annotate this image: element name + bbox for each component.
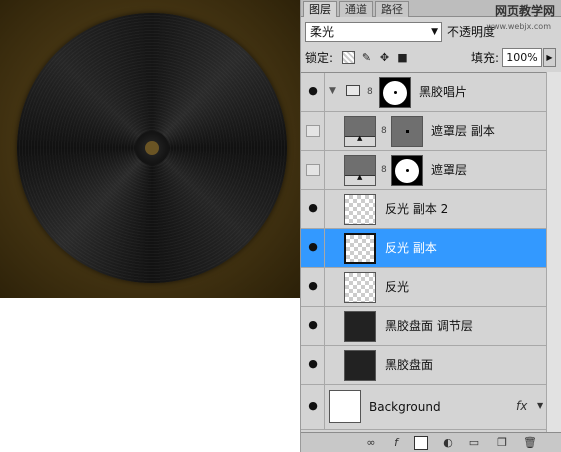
eye-icon[interactable]: ● — [306, 202, 320, 213]
layer-row-mask-copy[interactable]: ▲ 8 遮罩层 副本 — [301, 112, 546, 151]
layer-row-reflection[interactable]: ● 反光 — [301, 268, 546, 307]
layers-list: ● ▼ 8 黑胶唱片 ▲ 8 遮罩层 副本 ▲ 8 遮罩层 ● 反光 副本 2 … — [301, 72, 561, 432]
layer-thumbnail[interactable] — [329, 390, 361, 423]
eye-empty-icon[interactable] — [306, 125, 320, 137]
visibility-cell[interactable]: ● — [301, 73, 325, 111]
layer-name: 遮罩层 — [431, 163, 468, 177]
tab-paths[interactable]: 路径 — [375, 1, 409, 17]
link-layers-icon[interactable]: ∞ — [364, 436, 378, 450]
vinyl-record-artwork — [17, 13, 287, 283]
visibility-cell[interactable]: ● — [301, 307, 325, 345]
tab-channels[interactable]: 通道 — [339, 1, 373, 17]
fill-arrow-icon[interactable]: ▶ — [543, 48, 556, 67]
chevron-down-icon[interactable]: ▼ — [537, 401, 543, 410]
layer-row-background[interactable]: ● Background fx ▼ — [301, 385, 546, 430]
layer-mask-thumbnail[interactable] — [391, 155, 423, 186]
lock-row: 锁定: ✎ ✥ ■ 填充: 100% ▶ — [305, 48, 561, 68]
add-layer-style-icon[interactable]: f — [389, 436, 403, 450]
link-icon: 8 — [381, 165, 387, 175]
layer-name: Background — [369, 400, 441, 414]
lock-all-icon[interactable]: ■ — [396, 51, 409, 64]
layer-thumbnail[interactable] — [344, 350, 376, 381]
watermark-url: www.webjx.com — [486, 22, 551, 31]
layer-thumbnail[interactable] — [344, 233, 376, 264]
lock-move-icon[interactable]: ✥ — [378, 51, 391, 64]
expand-arrow-icon[interactable]: ▼ — [329, 86, 336, 96]
link-icon: 8 — [381, 126, 387, 136]
lock-transparency-icon[interactable] — [342, 51, 355, 64]
visibility-cell[interactable]: ● — [301, 190, 325, 228]
layer-thumbnail[interactable] — [344, 194, 376, 225]
fill-label: 填充: — [471, 51, 500, 65]
eye-empty-icon[interactable] — [306, 164, 320, 176]
chevron-down-icon: ▼ — [431, 27, 438, 37]
visibility-cell[interactable]: ● — [301, 385, 325, 429]
visibility-cell[interactable] — [301, 112, 325, 150]
add-mask-icon[interactable] — [414, 436, 428, 450]
lock-label: 锁定: — [305, 51, 334, 65]
layer-row-disc-adjust[interactable]: ● 黑胶盘面 调节层 — [301, 307, 546, 346]
layer-mask-thumbnail[interactable] — [379, 77, 411, 108]
layer-row-mask[interactable]: ▲ 8 遮罩层 — [301, 151, 546, 190]
layer-name: 反光 副本 — [385, 241, 437, 255]
visibility-cell[interactable]: ● — [301, 268, 325, 306]
eye-icon[interactable]: ● — [306, 241, 320, 252]
layer-name: 反光 副本 2 — [385, 202, 449, 216]
layer-name: 遮罩层 副本 — [431, 124, 495, 138]
folder-icon — [346, 85, 360, 96]
layer-row-reflection-copy-2[interactable]: ● 反光 副本 2 — [301, 190, 546, 229]
lock-paint-brush-icon[interactable]: ✎ — [360, 51, 373, 64]
visibility-cell[interactable]: ● — [301, 346, 325, 384]
watermark-text: 网页教学网 — [494, 4, 555, 18]
layer-thumbnail[interactable] — [344, 272, 376, 303]
layer-mask-thumbnail[interactable] — [391, 116, 423, 147]
layer-name: 黑胶盘面 调节层 — [385, 319, 473, 333]
document-canvas[interactable] — [0, 0, 300, 298]
document-canvas-area[interactable] — [0, 0, 300, 452]
layer-name: 反光 — [385, 280, 410, 294]
layer-thumbnail[interactable]: ▲ — [344, 116, 376, 147]
tab-layers[interactable]: 图层 — [303, 1, 337, 17]
layer-thumbnail[interactable]: ▲ — [344, 155, 376, 186]
new-group-icon[interactable]: ▭ — [467, 436, 481, 450]
layers-bottom-bar: ∞ f ◐ ▭ ❐ 🗑 — [301, 432, 561, 452]
layer-name: 黑胶盘面 — [385, 358, 434, 372]
layers-scrollbar[interactable] — [546, 72, 561, 432]
blend-mode-select[interactable]: 柔光 ▼ — [305, 22, 442, 42]
eye-icon[interactable]: ● — [306, 85, 320, 96]
adjustment-layer-icon[interactable]: ◐ — [441, 436, 455, 450]
layer-row-disc[interactable]: ● 黑胶盘面 — [301, 346, 546, 385]
fx-icon[interactable]: fx — [516, 399, 527, 413]
layer-row-group[interactable]: ● ▼ 8 黑胶唱片 — [301, 73, 546, 112]
trash-icon[interactable]: 🗑 — [523, 436, 537, 450]
fill-input[interactable]: 100% — [502, 48, 542, 67]
layer-name: 黑胶唱片 — [419, 85, 468, 99]
record-center — [135, 131, 169, 165]
layer-thumbnail[interactable] — [344, 311, 376, 342]
eye-icon[interactable]: ● — [306, 280, 320, 291]
record-label — [145, 141, 159, 155]
eye-icon[interactable]: ● — [306, 400, 320, 411]
blend-mode-value: 柔光 — [310, 25, 335, 39]
link-icon: 8 — [367, 87, 373, 97]
eye-icon[interactable]: ● — [306, 319, 320, 330]
visibility-cell[interactable]: ● — [301, 229, 325, 267]
layer-row-reflection-copy[interactable]: ● 反光 副本 — [301, 229, 546, 268]
new-layer-icon[interactable]: ❐ — [495, 436, 509, 450]
layers-panel: 图层 通道 路径 网页教学网 柔光 ▼ 不透明度 www.webjx.com 锁… — [300, 0, 561, 452]
visibility-cell[interactable] — [301, 151, 325, 189]
eye-icon[interactable]: ● — [306, 358, 320, 369]
